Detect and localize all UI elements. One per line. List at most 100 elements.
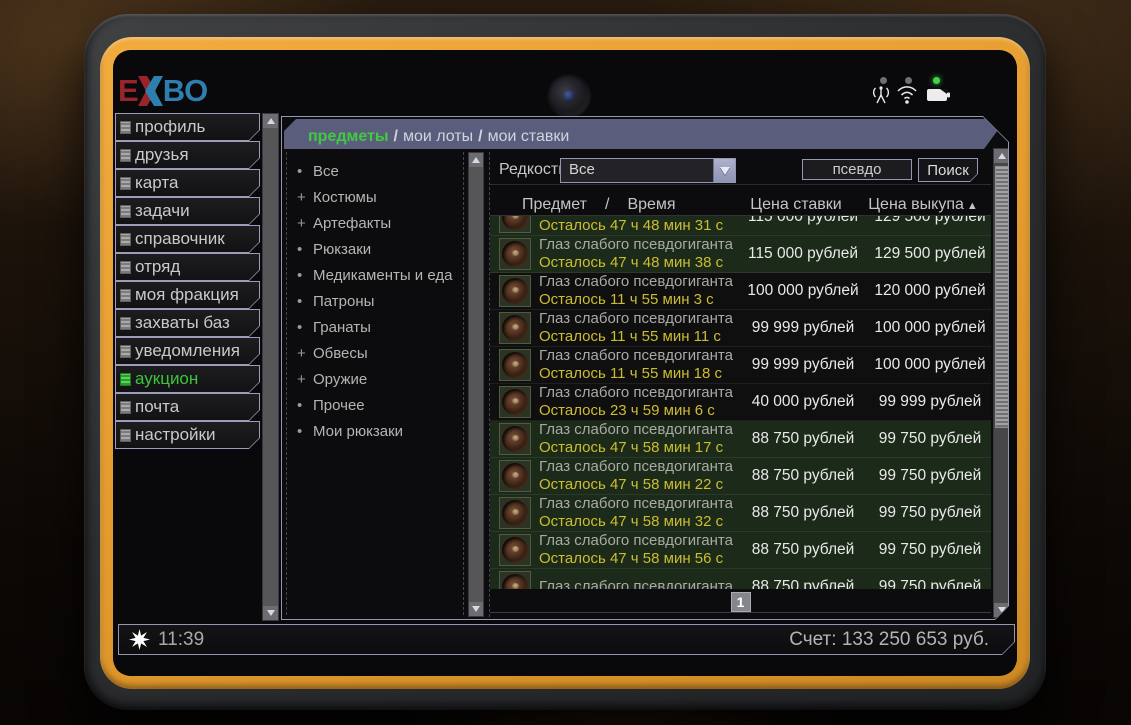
col-buyout-label[interactable]: Цена выкупа▲ xyxy=(862,196,984,215)
scroll-up-icon[interactable] xyxy=(263,114,278,128)
lot-item-name: Глаз слабого псевдогиганта xyxy=(539,310,737,328)
sidebar-item[interactable]: задачи xyxy=(115,197,260,225)
category-item[interactable]: • Патроны xyxy=(297,288,463,314)
logo-text-left: E xyxy=(118,73,138,109)
lot-bid-price: 99 999 рублей xyxy=(737,319,869,337)
rarity-dropdown[interactable]: Все xyxy=(560,158,736,183)
auction-lot-row[interactable]: Глаз слабого псевдогиганта 88 750 рублей… xyxy=(490,569,991,589)
pseudogiant-eye-icon xyxy=(502,241,528,267)
sidebar-item-label: почта xyxy=(135,397,179,417)
sidebar-item[interactable]: отряд xyxy=(115,253,260,281)
category-item[interactable]: + Оружие xyxy=(297,366,463,392)
lot-item-name: Глаз слабого псевдогиганта xyxy=(539,347,737,365)
col-item-label[interactable]: Предмет xyxy=(522,196,587,215)
lot-time-remaining: Осталось 11 ч 55 мин 3 с xyxy=(539,291,737,309)
category-item[interactable]: • Прочее xyxy=(297,392,463,418)
battery-icon xyxy=(926,88,952,108)
battery-led xyxy=(933,77,940,84)
sidebar-item-label: настройки xyxy=(135,425,215,445)
category-item[interactable]: • Медикаменты и еда xyxy=(297,262,463,288)
pseudogiant-eye-icon xyxy=(502,537,528,563)
pseudogiant-eye-icon xyxy=(502,315,528,341)
auction-lot-row[interactable]: Глаз слабого псевдогиганта Осталось 47 ч… xyxy=(490,458,991,495)
category-item[interactable]: • Все xyxy=(297,158,463,184)
lot-item-name: Глаз слабого псевдогиганта xyxy=(539,273,737,291)
lot-item-name: Глаз слабого псевдогиганта xyxy=(539,236,737,254)
sidebar-item[interactable]: справочник xyxy=(115,225,260,253)
scroll-down-icon[interactable] xyxy=(263,606,278,620)
item-icon xyxy=(499,571,531,589)
lot-time-remaining: Осталось 47 ч 58 мин 56 с xyxy=(539,550,737,568)
category-bullet-icon: • xyxy=(297,267,313,284)
sidebar-item[interactable]: карта xyxy=(115,169,260,197)
notepad-icon xyxy=(120,233,131,246)
category-item[interactable]: • Мои рюкзаки xyxy=(297,418,463,444)
item-icon xyxy=(499,423,531,455)
lot-list-scrollbar[interactable] xyxy=(993,148,1011,618)
auction-lot-row[interactable]: Глаз слабого псевдогиганта Осталось 47 ч… xyxy=(490,532,991,569)
sidebar-scrollbar[interactable] xyxy=(262,113,279,621)
sidebar-menu: профиль друзья xyxy=(115,113,260,449)
notepad-icon xyxy=(120,261,131,274)
category-item[interactable]: • Гранаты xyxy=(297,314,463,340)
sidebar-item-label: отряд xyxy=(135,257,180,277)
auction-lot-row[interactable]: Глаз слабого псевдогиганта Осталось 11 ч… xyxy=(490,273,991,310)
sidebar-item[interactable]: захваты баз xyxy=(115,309,260,337)
filter-row: Редкость Все Поиск xyxy=(490,156,991,185)
breadcrumb-tab[interactable]: мои лоты xyxy=(403,128,473,146)
item-icon xyxy=(499,460,531,492)
item-icon xyxy=(499,349,531,381)
auction-lot-row[interactable]: Глаз слабого псевдогиганта Осталось 47 ч… xyxy=(490,495,991,532)
scrollbar-thumb[interactable] xyxy=(995,166,1009,428)
rarity-label: Редкость xyxy=(499,161,567,179)
sidebar-item[interactable]: друзья xyxy=(115,141,260,169)
auction-lot-row[interactable]: Глаз слабого псевдогиганта Осталось 47 ч… xyxy=(490,236,991,273)
pseudogiant-eye-icon xyxy=(502,463,528,489)
pseudogiant-eye-icon xyxy=(502,426,528,452)
sidebar-item[interactable]: профиль xyxy=(115,113,260,141)
seller-name-input[interactable] xyxy=(802,159,912,180)
sidebar-item[interactable]: настройки xyxy=(115,421,260,449)
notepad-icon xyxy=(120,373,131,386)
scroll-down-icon[interactable] xyxy=(994,603,1010,617)
search-button[interactable]: Поиск xyxy=(918,158,978,182)
sidebar-item[interactable]: уведомления xyxy=(115,337,260,365)
account-balance: Счет: 133 250 653 руб. xyxy=(789,629,989,651)
category-scrollbar[interactable] xyxy=(468,152,484,617)
item-icon xyxy=(499,312,531,344)
lot-bid-price: 88 750 рублей xyxy=(737,430,869,448)
category-item[interactable]: • Рюкзаки xyxy=(297,236,463,262)
category-label: Костюмы xyxy=(313,189,377,206)
dropdown-arrow-icon[interactable] xyxy=(713,159,735,182)
breadcrumb-tab[interactable]: предметы xyxy=(308,128,389,146)
sidebar-item-label: справочник xyxy=(135,229,225,249)
category-item[interactable]: + Артефакты xyxy=(297,210,463,236)
category-item[interactable]: + Обвесы xyxy=(297,340,463,366)
breadcrumb-separator: / xyxy=(394,128,398,146)
antenna-icon xyxy=(871,83,891,110)
category-item[interactable]: + Костюмы xyxy=(297,184,463,210)
sidebar-item-label: друзья xyxy=(135,145,189,165)
pseudogiant-eye-icon xyxy=(502,500,528,526)
page-number-button[interactable]: 1 xyxy=(731,592,751,612)
scroll-up-icon[interactable] xyxy=(469,153,483,167)
col-bid-label[interactable]: Цена ставки xyxy=(730,196,862,215)
auction-lot-row[interactable]: Глаз слабого псевдогиганта Осталось 23 ч… xyxy=(490,384,991,421)
lot-buyout-price: 129 500 рублей xyxy=(869,216,991,226)
auction-lot-row[interactable]: Глаз слабого псевдогиганта Осталось 11 ч… xyxy=(490,347,991,384)
auction-lot-row[interactable]: Глаз слабого псевдогиганта Осталось 47 ч… xyxy=(490,421,991,458)
sidebar-item[interactable]: почта xyxy=(115,393,260,421)
scroll-up-icon[interactable] xyxy=(994,149,1010,163)
auction-lot-row[interactable]: Глаз слабого псевдогиганта Осталось 11 ч… xyxy=(490,310,991,347)
lot-buyout-price: 99 750 рублей xyxy=(869,430,991,448)
category-bullet-icon: + xyxy=(297,189,313,206)
lot-buyout-price: 99 999 рублей xyxy=(869,393,991,411)
auction-lot-row[interactable]: Глаз слабого псевдогиганта Осталось 47 ч… xyxy=(490,216,991,236)
col-time-label[interactable]: Время xyxy=(627,196,675,215)
lot-time-remaining: Осталось 47 ч 48 мин 31 с xyxy=(539,217,737,235)
breadcrumb-tab[interactable]: мои ставки xyxy=(488,128,570,146)
scroll-down-icon[interactable] xyxy=(469,602,483,616)
sidebar-item[interactable]: аукцион xyxy=(115,365,260,393)
lot-item-name: Глаз слабого псевдогиганта xyxy=(539,495,737,513)
sidebar-item[interactable]: моя фракция xyxy=(115,281,260,309)
